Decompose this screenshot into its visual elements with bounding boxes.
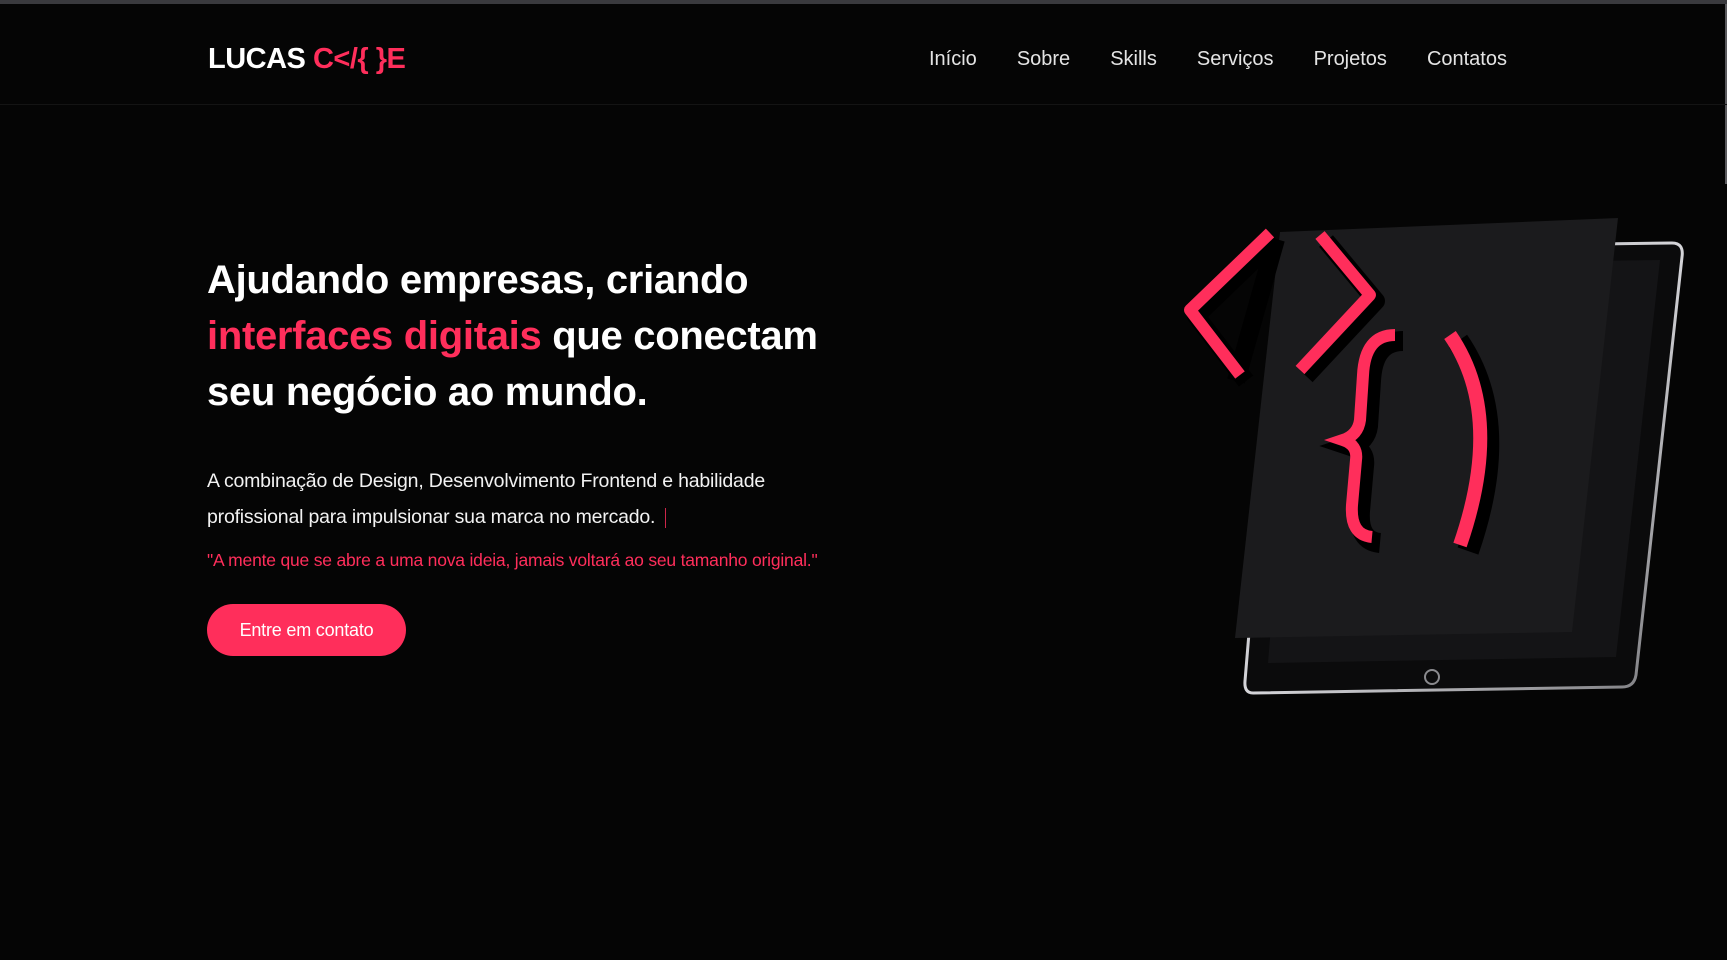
hero-title-line1: Ajudando empresas, criando <box>207 258 749 302</box>
hero-quote: "A mente que se abre a uma nova ideia, j… <box>207 550 818 570</box>
hero-title-accent: interfaces digitais <box>207 314 542 358</box>
nav-item-contatos[interactable]: Contatos <box>1427 44 1507 74</box>
brand-logo[interactable]: LUCAS C</{ }E <box>208 40 406 78</box>
nav-item-projetos[interactable]: Projetos <box>1314 44 1387 74</box>
main-nav: Início Sobre Skills Serviços Projetos Co… <box>929 44 1507 74</box>
hero-description: A combinação de Design, Desenvolvimento … <box>207 463 847 535</box>
nav-item-sobre[interactable]: Sobre <box>1017 44 1070 74</box>
tablet-code-icon <box>1184 218 1684 695</box>
contact-button[interactable]: Entre em contato <box>207 604 406 656</box>
nav-item-servicos[interactable]: Serviços <box>1197 44 1274 74</box>
typing-caret <box>665 507 667 528</box>
nav-item-inicio[interactable]: Início <box>929 44 977 74</box>
hero-description-text: A combinação de Design, Desenvolvimento … <box>207 470 765 528</box>
hero-title: Ajudando empresas, criando interfaces dig… <box>207 252 887 420</box>
nav-item-skills[interactable]: Skills <box>1110 44 1157 74</box>
site-header: LUCAS C</{ }E Início Sobre Skills Serviç… <box>0 4 1727 105</box>
brand-name-light: LUCAS <box>208 43 313 75</box>
brand-name-accent: C</{ }E <box>312 43 406 75</box>
